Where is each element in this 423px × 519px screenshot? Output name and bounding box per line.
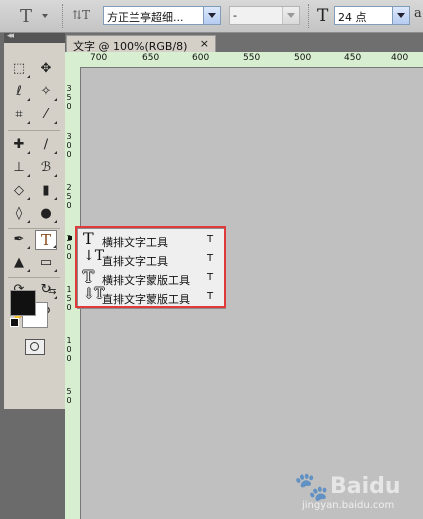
grip-divider: [308, 4, 312, 28]
eyedropper-tool-icon[interactable]: ⁄: [35, 105, 57, 125]
chevron-down-icon[interactable]: [392, 7, 409, 24]
anti-alias-icon[interactable]: a: [414, 6, 422, 21]
healing-brush-tool-icon[interactable]: ✚: [8, 135, 30, 155]
collapse-icon[interactable]: ◂◂: [7, 31, 14, 41]
lasso-tool-icon[interactable]: ℓ: [8, 82, 30, 102]
history-brush-tool-icon[interactable]: ℬ: [35, 158, 57, 178]
ruler-label: 550: [243, 53, 261, 63]
font-size-value: 24 点: [338, 11, 367, 24]
divider: [8, 277, 60, 278]
dodge-tool-icon[interactable]: ●: [35, 204, 57, 224]
grip-divider: [62, 4, 66, 28]
ruler-label: 0: [66, 141, 72, 150]
chevron-down-icon[interactable]: [203, 7, 220, 24]
ruler-label: 5: [66, 387, 72, 396]
ruler-label: 0: [66, 345, 72, 354]
font-style-value: -: [233, 9, 237, 22]
tools-panel-header[interactable]: ◂◂: [4, 31, 65, 43]
ruler-label: 650: [142, 53, 160, 63]
document-tab[interactable]: 文字 @ 100%(RGB/8) ×: [66, 35, 216, 53]
foreground-color-swatch[interactable]: [10, 290, 36, 316]
ruler-label: 1: [66, 285, 72, 294]
text-orientation-icon[interactable]: ⇅T: [72, 8, 90, 22]
tool-preset-icon[interactable]: T: [20, 6, 32, 27]
magic-wand-tool-icon[interactable]: ✧: [35, 82, 57, 102]
ruler-label: 2: [66, 183, 72, 192]
ruler-label: 0: [66, 303, 72, 312]
swap-colors-icon[interactable]: ⇆: [48, 286, 56, 297]
brush-tool-icon[interactable]: ∕: [35, 135, 57, 155]
baidu-paw-icon: 🐾: [294, 470, 329, 503]
blur-tool-icon[interactable]: ◊: [8, 204, 30, 224]
font-size-select[interactable]: 24 点: [334, 6, 410, 25]
ruler-label: 5: [66, 93, 72, 102]
ruler-label: 0: [66, 150, 72, 159]
quick-mask-icon[interactable]: [25, 339, 45, 355]
ruler-label: 0: [66, 252, 72, 261]
ruler-label: 700: [90, 53, 108, 63]
ruler-label: 3: [66, 132, 72, 141]
eraser-tool-icon[interactable]: ◇: [8, 181, 30, 201]
path-selection-tool-icon[interactable]: ▲: [8, 253, 30, 273]
selected-bullet-icon: [68, 236, 72, 240]
highlight-annotation-box: [75, 226, 226, 308]
watermark-url: jingyan.baidu.com: [302, 500, 395, 511]
crop-tool-icon[interactable]: ⌗: [8, 105, 30, 125]
ruler-label: 400: [391, 53, 409, 63]
font-family-select[interactable]: 方正兰亭超细...: [103, 6, 221, 25]
ruler-label: 450: [344, 53, 362, 63]
font-style-select[interactable]: -: [229, 6, 300, 25]
ruler-label: 500: [294, 53, 312, 63]
rectangle-tool-icon[interactable]: ▭: [35, 253, 57, 273]
ruler-label: 0: [66, 102, 72, 111]
chevron-down-icon[interactable]: [42, 14, 48, 18]
ruler-label: 3: [66, 84, 72, 93]
ruler-label: 0: [66, 201, 72, 210]
pen-tool-icon[interactable]: ✒: [8, 230, 30, 250]
ruler-label: 0: [66, 354, 72, 363]
divider: [8, 228, 60, 229]
chevron-down-icon[interactable]: [282, 7, 299, 24]
watermark: 🐾 Baidu jingyan.baidu.com: [290, 470, 420, 515]
font-family-value: 方正兰亭超细...: [107, 11, 184, 24]
options-bar: T ⇅T 方正兰亭超细... - T 24 点 a: [0, 0, 423, 33]
ruler-label: 1: [66, 336, 72, 345]
move-tool-icon[interactable]: ✥: [35, 59, 57, 79]
divider: [8, 130, 60, 131]
type-tool-icon[interactable]: T: [35, 230, 57, 250]
ruler-label: 5: [66, 294, 72, 303]
clone-stamp-tool-icon[interactable]: ⊥: [8, 158, 30, 178]
ruler-label: 0: [66, 396, 72, 405]
gradient-tool-icon[interactable]: ▮: [35, 181, 57, 201]
marquee-tool-icon[interactable]: ⬚: [8, 59, 30, 79]
default-colors-icon[interactable]: [10, 318, 19, 327]
horizontal-ruler[interactable]: 700 650 600 550 500 450 400: [65, 52, 423, 68]
close-icon[interactable]: ×: [200, 37, 209, 50]
ruler-label: 5: [66, 192, 72, 201]
ruler-label: 600: [192, 53, 210, 63]
watermark-brand: Baidu: [330, 474, 401, 499]
font-size-icon: T: [317, 6, 329, 26]
ruler-label: 0: [66, 243, 72, 252]
